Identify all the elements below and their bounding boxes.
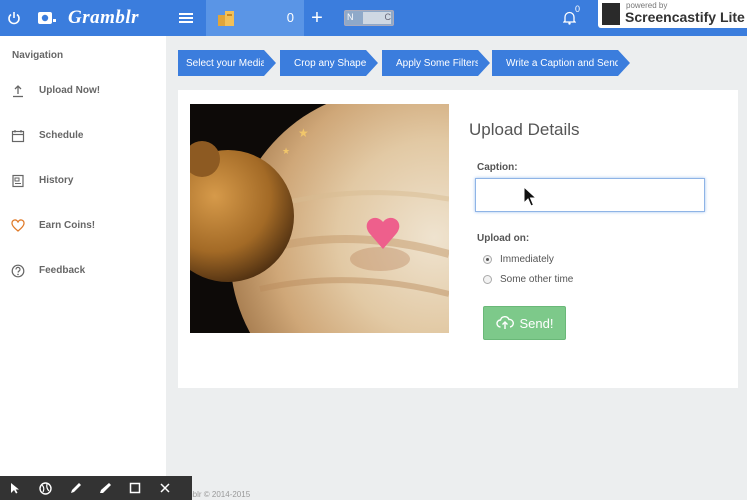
radio-label: Some other time [500,273,574,285]
radio-button-selected[interactable] [483,254,492,264]
media-preview-image: ★ ★ [190,104,449,333]
upload-card: ★ ★ Upload Details Caption: Upload on: I… [178,90,738,388]
add-coins-button[interactable]: + [306,0,328,36]
footer-copyright: mblr © 2014-2015 [186,490,251,499]
coins-icon [218,11,234,26]
sidebar-item-label: Upload Now! [39,85,101,96]
svg-text:★: ★ [298,126,309,140]
help-icon [11,264,25,278]
radio-some-other-time[interactable]: Some other time [483,271,573,287]
toggle-left-label: N [347,12,354,22]
step-apply-filters[interactable]: Apply Some Filters [382,50,490,76]
notification-count: 0 [575,4,581,14]
menu-icon[interactable] [176,0,196,36]
brand-logo[interactable]: Gramblr [68,0,139,36]
sidebar-item-label: Earn Coins! [39,220,96,231]
caption-label: Caption: [477,162,518,173]
power-icon[interactable] [4,0,24,36]
radio-label: Immediately [500,253,554,265]
history-icon [12,174,24,188]
rectangle-icon[interactable] [120,476,150,500]
film-icon [602,3,620,25]
radio-immediately[interactable]: Immediately [483,251,554,267]
sidebar-item-label: History [39,175,74,186]
screencastify-title: Screencastify Lite [625,9,745,25]
radio-button[interactable] [483,274,492,284]
sidebar-item-earn-coins[interactable]: Earn Coins! [0,212,166,240]
nav-title: Navigation [12,50,64,61]
pen-icon[interactable] [60,476,90,500]
send-label: Send! [519,315,554,331]
svg-text:★: ★ [282,146,290,156]
step-crop-shape[interactable]: Crop any Shape [280,50,378,76]
annotation-toolbar [0,476,192,500]
sidebar-item-feedback[interactable]: Feedback [0,257,166,285]
globe-icon[interactable] [30,476,60,500]
screencastify-badge: powered by Screencastify Lite [598,0,747,28]
sidebar: Navigation Upload Now! Schedule History … [0,36,166,500]
pointer-icon[interactable] [0,476,30,500]
top-bar: Gramblr 0 + N C 0 powered by Screencasti… [0,0,747,36]
sidebar-item-history[interactable]: History [0,167,166,195]
mode-toggle[interactable]: N C [344,10,394,26]
send-button[interactable]: Send! [483,306,566,340]
step-select-media[interactable]: Select your Media [178,50,276,76]
sidebar-item-label: Schedule [39,130,84,141]
coins-balance[interactable]: 0 [206,0,304,36]
toggle-right-label: C [384,12,392,22]
upload-on-label: Upload on: [477,233,530,244]
instagram-camera-icon [36,0,58,36]
upload-icon [13,85,23,98]
sidebar-item-schedule[interactable]: Schedule [0,122,166,150]
cloud-upload-icon [495,316,514,329]
step-write-caption[interactable]: Write a Caption and Send [492,50,630,76]
sidebar-item-label: Feedback [39,265,86,276]
calendar-icon [11,130,25,143]
sidebar-item-upload-now[interactable]: Upload Now! [0,77,166,105]
coins-count: 0 [286,10,294,25]
upload-details-heading: Upload Details [469,120,580,139]
close-icon[interactable] [150,476,180,500]
highlighter-icon[interactable] [90,476,120,500]
heart-icon [11,219,25,232]
caption-input[interactable] [475,178,705,212]
